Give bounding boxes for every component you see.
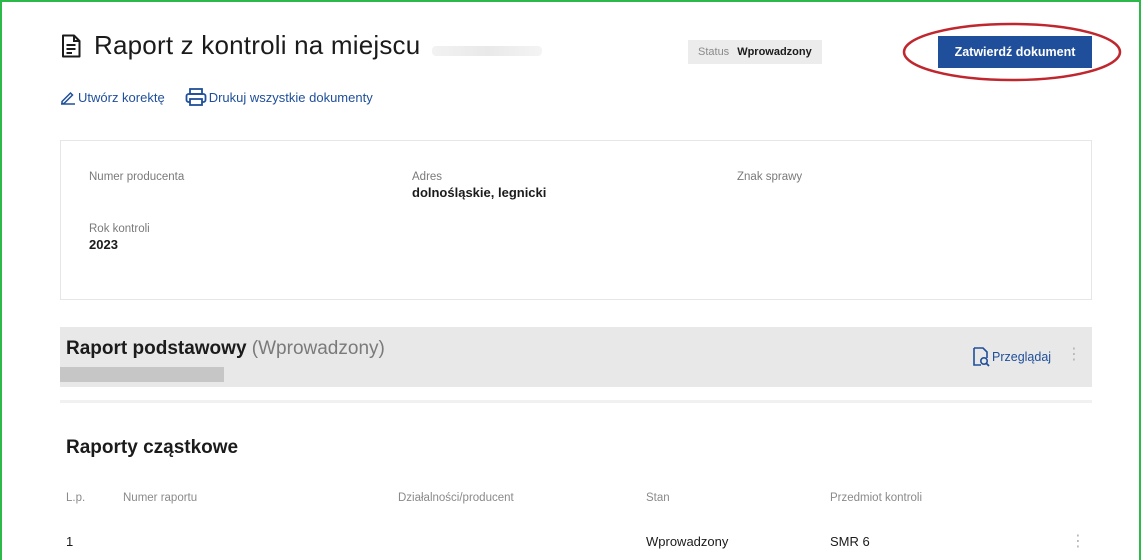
- approve-document-button[interactable]: Zatwierdź dokument: [938, 36, 1092, 68]
- column-header-subject: Przedmiot kontroli: [830, 492, 923, 504]
- info-card: Numer producenta Adres dolnośląskie, leg…: [60, 140, 1092, 300]
- cell-state: Wprowadzony: [646, 534, 729, 549]
- status-badge: Status Wprowadzony: [688, 40, 822, 64]
- cell-subject: SMR 6: [830, 534, 870, 549]
- column-header-report-number: Numer raportu: [123, 492, 198, 504]
- column-header-producer: Działalności/producent: [398, 492, 514, 504]
- cell-lp: 1: [66, 534, 74, 549]
- address-value: dolnośląskie, legnicki: [412, 185, 547, 200]
- printer-icon: [185, 88, 207, 106]
- redacted-bar: [60, 367, 224, 382]
- case-mark-field: Znak sprawy: [737, 171, 802, 185]
- producer-number-label: Numer producenta: [89, 171, 185, 183]
- kebab-menu-icon[interactable]: ⋮: [1066, 344, 1082, 364]
- browse-label: Przeglądaj: [992, 350, 1052, 364]
- browse-link[interactable]: Przeglądaj: [972, 347, 1051, 367]
- basic-report-status: (Wprowadzony): [251, 338, 385, 359]
- control-year-field: Rok kontroli 2023: [89, 223, 150, 252]
- column-header-state: Stan: [646, 492, 670, 504]
- row-kebab-menu-icon[interactable]: ⋮: [1070, 531, 1086, 551]
- address-field: Adres dolnośląskie, legnicki: [412, 171, 546, 200]
- print-all-link[interactable]: Drukuj wszystkie dokumenty: [185, 88, 373, 106]
- create-correction-label: Utwórz korektę: [78, 89, 165, 105]
- page-title: Raport z kontroli na miejscu: [94, 30, 421, 60]
- column-header-lp: L.p.: [66, 492, 86, 504]
- divider: [60, 400, 1092, 403]
- print-all-label: Drukuj wszystkie dokumenty: [208, 89, 373, 105]
- action-links: Utwórz korektę Drukuj wszystkie dokument…: [60, 88, 373, 106]
- redacted-text: [432, 45, 543, 56]
- pencil-icon: [61, 91, 75, 105]
- basic-report-section: Raport podstawowy (Wprowadzony) Przegląd…: [60, 327, 1092, 387]
- basic-report-title: Raport podstawowy (Wprowadzony): [66, 338, 385, 360]
- document-search-icon: [973, 347, 990, 367]
- case-mark-label: Znak sprawy: [737, 171, 803, 183]
- control-year-label: Rok kontroli: [89, 223, 150, 235]
- control-year-value: 2023: [89, 237, 118, 252]
- create-correction-link[interactable]: Utwórz korektę: [60, 89, 165, 105]
- basic-report-name: Raport podstawowy: [66, 338, 247, 359]
- status-value: Wprowadzony: [737, 46, 812, 58]
- page-header: Raport z kontroli na miejscu: [60, 30, 543, 61]
- document-icon: [62, 34, 81, 57]
- address-label: Adres: [412, 171, 443, 183]
- status-label: Status: [698, 46, 730, 58]
- producer-number-field: Numer producenta: [89, 171, 184, 185]
- partial-reports-title: Raporty cząstkowe: [66, 437, 239, 458]
